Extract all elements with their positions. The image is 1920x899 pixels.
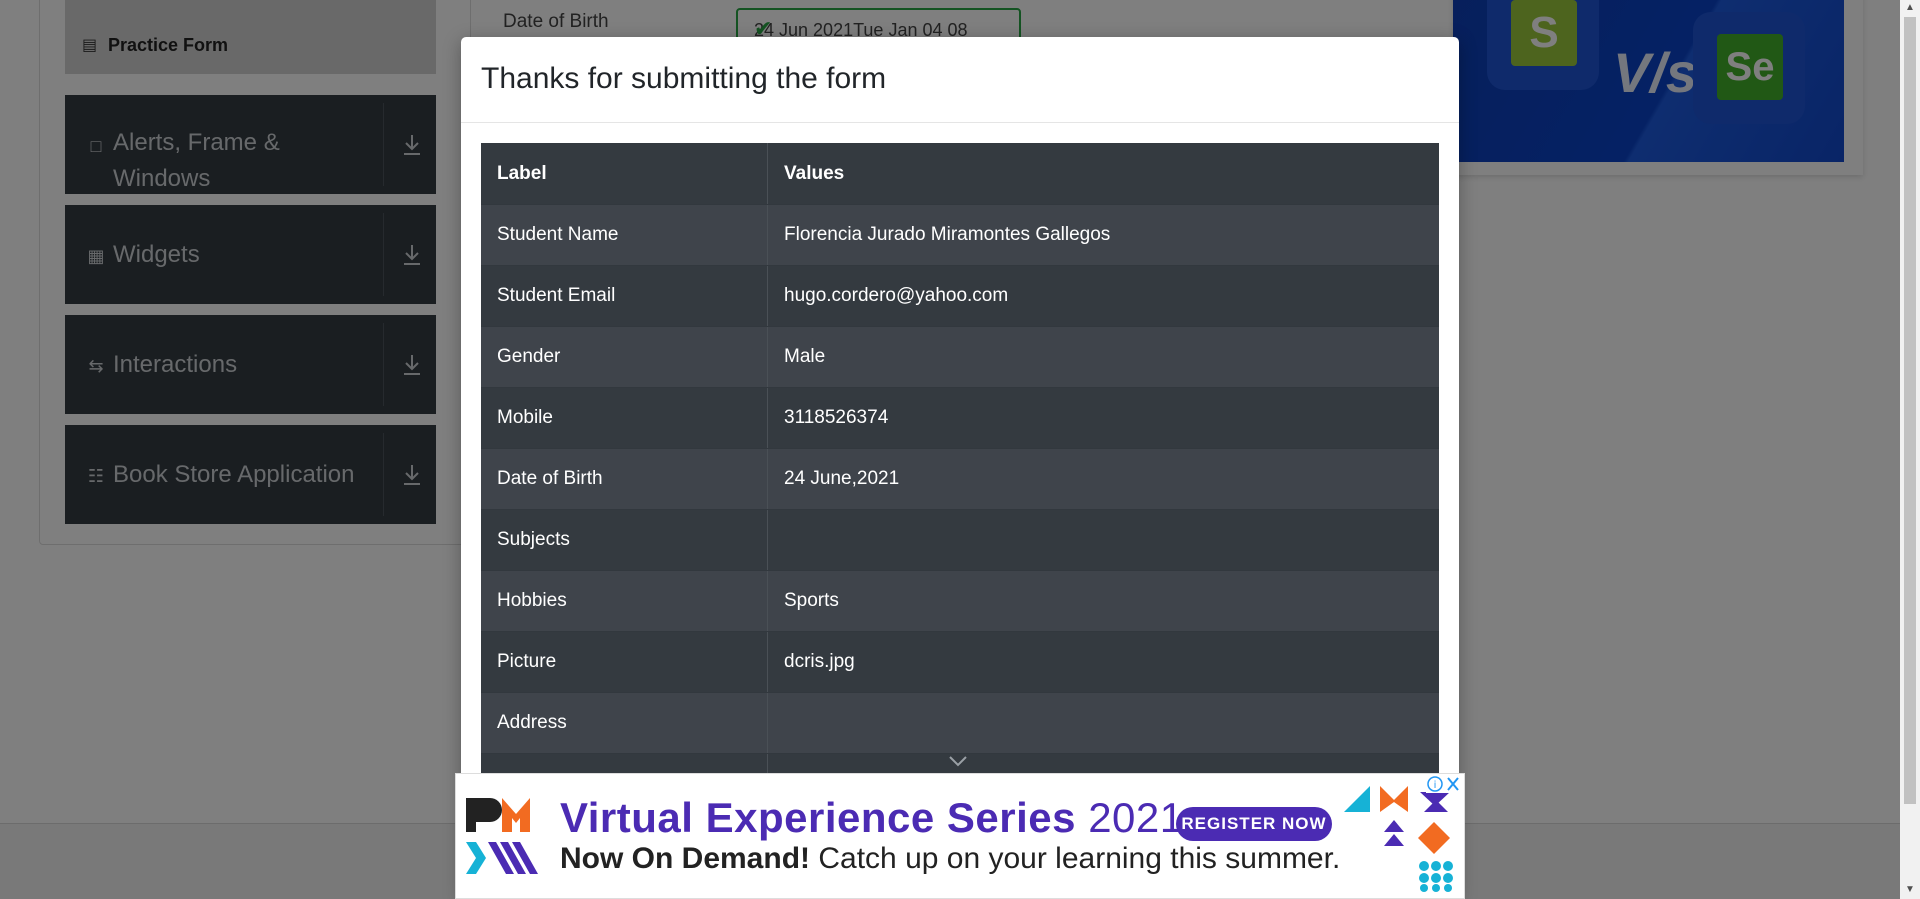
chevron-down-icon[interactable] [947, 754, 969, 768]
table-row: Student Email hugo.cordero@yahoo.com [481, 266, 1439, 327]
header-label: Label [481, 143, 768, 204]
pmi-logo [466, 798, 538, 874]
ad-shapes-graphic [1344, 786, 1453, 892]
table-row: Hobbies Sports [481, 571, 1439, 632]
table-header-row: Label Values [481, 143, 1439, 205]
submission-modal: Thanks for submitting the form Label Val… [461, 37, 1459, 899]
register-now-button[interactable]: REGISTER NOW [1176, 807, 1332, 841]
table-row: Subjects [481, 510, 1439, 571]
ad-subline: Catch up on your learning this summer. [818, 842, 1341, 875]
scroll-up-icon[interactable]: ▲ [1905, 3, 1915, 13]
modal-header: Thanks for submitting the form [461, 37, 1459, 123]
results-table: Label Values Student Name Florencia Jura… [481, 143, 1439, 815]
modal-title: Thanks for submitting the form [481, 62, 887, 95]
table-row: Date of Birth 24 June,2021 [481, 449, 1439, 510]
header-values: Values [784, 162, 845, 184]
table-row: Gender Male [481, 327, 1439, 388]
svg-text:i: i [1434, 780, 1437, 791]
ad-close-icon[interactable]: i [1426, 775, 1462, 793]
scrollbar-thumb[interactable] [1904, 17, 1916, 804]
ad-headline: Virtual Experience Series [560, 794, 1077, 841]
advertisement[interactable]: Virtual Experience Series 2021 REGISTER … [455, 773, 1465, 899]
scroll-down-icon[interactable]: ▼ [1905, 885, 1915, 895]
table-row: Mobile 3118526374 [481, 388, 1439, 449]
table-row: Picture dcris.jpg [481, 632, 1439, 693]
table-row: Address [481, 693, 1439, 754]
table-row: Student Name Florencia Jurado Miramontes… [481, 205, 1439, 266]
ad-year: 2021 [1088, 794, 1184, 841]
page-scrollbar[interactable]: ▲ ▼ [1900, 0, 1920, 899]
ad-subline-bold: Now On Demand! [560, 842, 811, 875]
